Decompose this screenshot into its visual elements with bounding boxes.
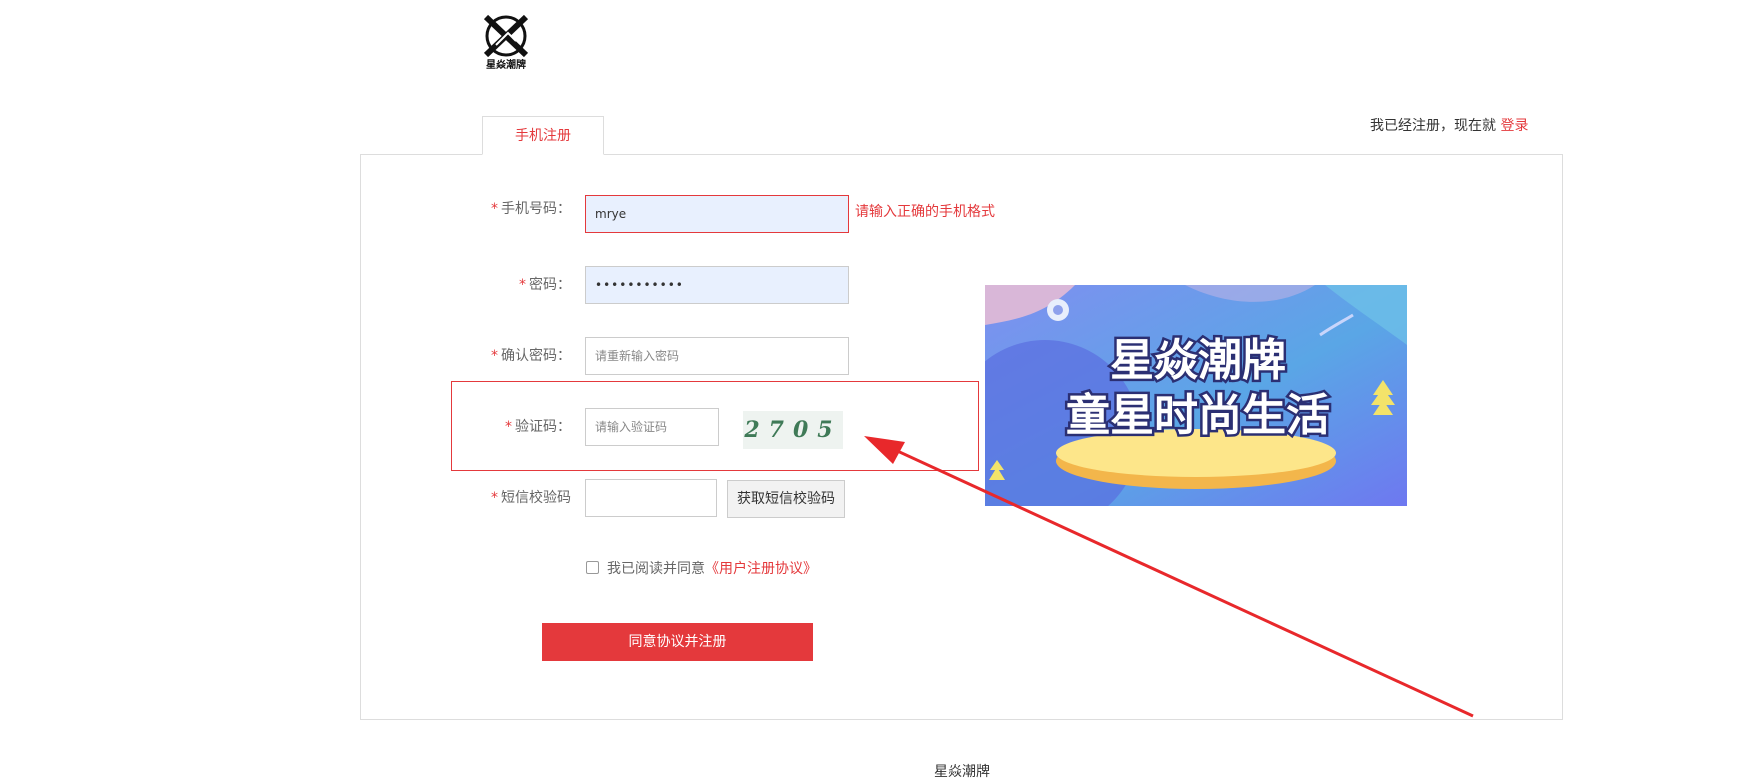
login-link[interactable]: 登录 xyxy=(1500,118,1528,134)
register-page: 星焱潮牌 手机注册 我已经注册，现在就 登录 *手机号码： 请输入正确的手机格式… xyxy=(0,0,1764,781)
login-hint-text: 我已经注册，现在就 xyxy=(1370,118,1496,134)
footer-brand: 星焱潮牌 xyxy=(934,764,990,780)
login-hint: 我已经注册，现在就 登录 xyxy=(1370,116,1528,136)
register-form-panel xyxy=(360,154,1563,720)
logo-text: 星焱潮牌 xyxy=(486,60,526,71)
tab-phone-register[interactable]: 手机注册 xyxy=(482,116,604,155)
brand-logo[interactable]: 星焱潮牌 xyxy=(480,11,532,73)
